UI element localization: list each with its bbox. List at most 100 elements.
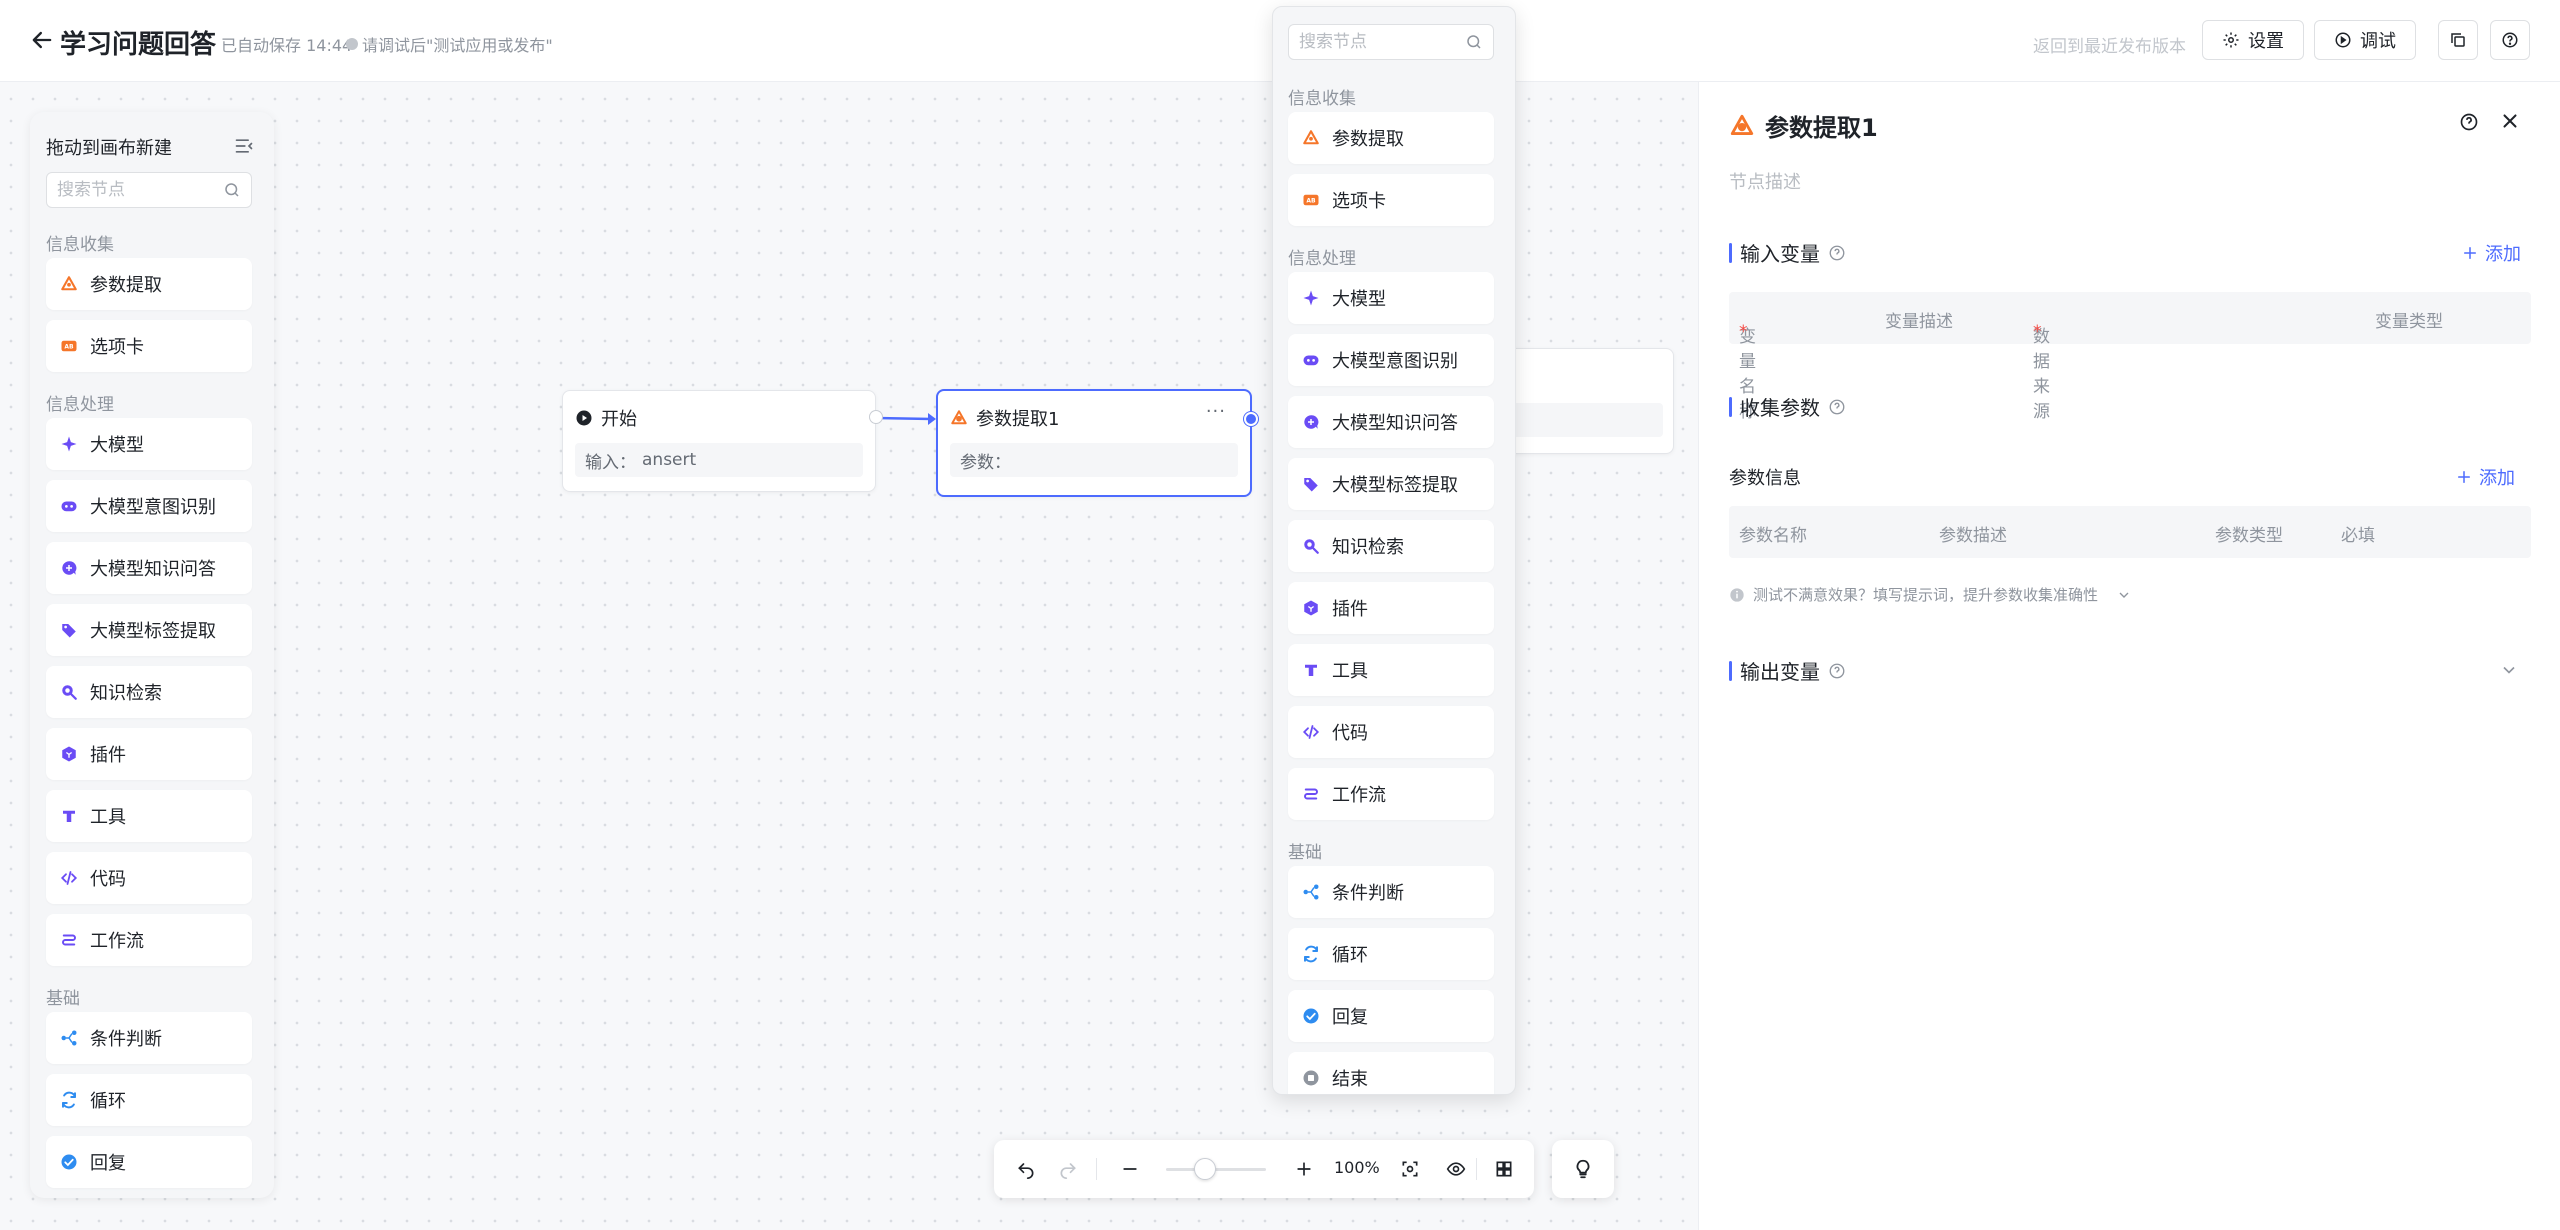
fit-view-button[interactable] <box>1398 1157 1422 1181</box>
node-item[interactable]: 工具 <box>1288 644 1494 696</box>
node-library-panel: 拖动到画布新建 信息收集参数提取 AB 选项卡信息处理大模型大模型意图识别大模型知识… <box>30 112 274 1198</box>
node-item[interactable]: 大模型知识问答 <box>46 542 252 594</box>
zoom-slider-thumb[interactable] <box>1194 1158 1216 1180</box>
collapse-panel-icon[interactable] <box>234 136 254 156</box>
left-search-input[interactable] <box>57 180 223 200</box>
reply-check-icon <box>1303 1008 1319 1024</box>
preview-button[interactable] <box>1444 1157 1468 1181</box>
node-item[interactable]: 大模型标签提取 <box>46 604 252 656</box>
chevron-down-icon[interactable] <box>2499 660 2519 680</box>
node-item[interactable]: 大模型 <box>1288 272 1494 324</box>
add-param-button[interactable]: 添加 <box>2455 464 2515 490</box>
node-item[interactable]: 工作流 <box>46 914 252 966</box>
layout-button[interactable] <box>1492 1157 1516 1181</box>
node-item-label: 结束 <box>1332 1069 1368 1090</box>
node-item[interactable]: 条件判断 <box>1288 866 1494 918</box>
node-item[interactable]: 工作流 <box>1288 768 1494 820</box>
start-output-port[interactable] <box>870 411 882 423</box>
condition-branch-icon <box>1303 884 1319 900</box>
zoom-slider-track[interactable] <box>1166 1168 1266 1171</box>
search-icon <box>225 183 239 197</box>
debug-button[interactable]: 调试 <box>2314 20 2416 60</box>
option-card-icon: AB <box>1303 194 1319 206</box>
node-item[interactable]: 回复 <box>46 1136 252 1188</box>
question-circle-icon[interactable] <box>1828 662 1846 680</box>
node-item[interactable]: 结束 <box>1288 1052 1494 1094</box>
plus-icon <box>1297 1162 1311 1176</box>
option-card-icon: AB <box>61 340 77 352</box>
prompt-tip-toggle[interactable]: 测试不满意效果？填写提示词，提升参数收集准确性 <box>1729 584 2132 605</box>
divider <box>1096 1158 1097 1180</box>
node-item-label: 插件 <box>1332 599 1368 620</box>
node-item[interactable]: 大模型知识问答 <box>1288 396 1494 448</box>
param-extract-node[interactable]: 参数提取1 ··· 参数： <box>936 389 1258 497</box>
start-node-title: 开始 <box>601 409 637 430</box>
config-panel-title[interactable]: 参数提取1 <box>1765 108 1878 143</box>
node-item[interactable]: 参数提取 <box>1288 112 1494 164</box>
node-item-label: 知识检索 <box>1332 537 1404 558</box>
node-item[interactable]: 大模型意图识别 <box>1288 334 1494 386</box>
node-item[interactable]: 大模型意图识别 <box>46 480 252 532</box>
debug-label: 调试 <box>2360 31 2396 52</box>
undo-button[interactable] <box>1014 1157 1038 1181</box>
node-item-label: 工作流 <box>1332 785 1386 806</box>
back-to-published-link[interactable]: 返回到最近发布版本 <box>2033 32 2186 57</box>
node-item[interactable]: AB 选项卡 <box>1288 174 1494 226</box>
loop-icon <box>62 1091 76 1109</box>
node-item[interactable]: 循环 <box>1288 928 1494 980</box>
popup-search-input[interactable] <box>1299 32 1465 52</box>
node-item[interactable]: 回复 <box>1288 990 1494 1042</box>
params-table-header: 参数名称 参数描述 参数类型 必填 <box>1729 506 2531 558</box>
node-more-menu[interactable]: ··· <box>1206 401 1226 422</box>
help-button[interactable] <box>2490 20 2530 60</box>
fit-view-icon <box>1402 1161 1418 1177</box>
node-item[interactable]: 代码 <box>1288 706 1494 758</box>
output-port[interactable] <box>1244 412 1258 426</box>
sparkle-icon <box>61 436 77 452</box>
output-vars-section[interactable]: 输出变量 <box>1729 656 1846 685</box>
param-extract-icon <box>951 410 967 425</box>
node-item[interactable]: 插件 <box>1288 582 1494 634</box>
node-item[interactable]: 大模型标签提取 <box>1288 458 1494 510</box>
node-item-label: 大模型标签提取 <box>90 621 216 642</box>
tool-icon <box>1305 664 1317 676</box>
node-description-input[interactable]: 节点描述 <box>1729 168 1801 194</box>
node-item[interactable]: 参数提取 <box>46 258 252 310</box>
start-node[interactable]: 开始 输入： ansert <box>562 390 876 492</box>
popup-search-box[interactable] <box>1288 24 1494 60</box>
left-search-box[interactable] <box>46 172 252 208</box>
back-arrow-icon[interactable] <box>28 26 56 54</box>
node-item[interactable]: 知识检索 <box>1288 520 1494 572</box>
node-item-label: 知识检索 <box>90 683 162 704</box>
node-item-label: 参数提取 <box>90 275 162 296</box>
zoom-in-button[interactable] <box>1292 1157 1316 1181</box>
node-item[interactable]: 条件判断 <box>46 1012 252 1064</box>
play-circle-icon <box>576 410 592 426</box>
node-item[interactable]: 循环 <box>46 1074 252 1126</box>
copy-button[interactable] <box>2438 20 2478 60</box>
question-circle-icon[interactable] <box>2459 112 2479 132</box>
node-item[interactable]: 大模型 <box>46 418 252 470</box>
node-item-label: 插件 <box>90 745 126 766</box>
node-item[interactable]: 代码 <box>46 852 252 904</box>
loop-icon <box>1304 945 1318 963</box>
node-item[interactable]: AB 选项卡 <box>46 320 252 372</box>
gear-icon <box>2223 32 2239 48</box>
settings-button[interactable]: 设置 <box>2202 20 2304 60</box>
tips-button[interactable] <box>1552 1140 1614 1198</box>
collect-params-title: 收集参数 <box>1740 396 1820 420</box>
node-item[interactable]: 工具 <box>46 790 252 842</box>
node-item-label: 大模型 <box>90 435 144 456</box>
zoom-out-button[interactable] <box>1118 1157 1142 1181</box>
redo-button[interactable] <box>1056 1157 1080 1181</box>
redo-icon <box>1060 1163 1076 1179</box>
node-item[interactable]: 知识检索 <box>46 666 252 718</box>
node-item[interactable]: 插件 <box>46 728 252 780</box>
question-circle-icon[interactable] <box>1828 398 1846 416</box>
node-item-label: 大模型知识问答 <box>1332 413 1458 434</box>
question-circle-icon[interactable] <box>1828 244 1846 262</box>
add-input-var-button[interactable]: 添加 <box>2461 240 2521 266</box>
param-node-params: 参数： <box>950 443 1238 477</box>
close-icon[interactable] <box>2499 110 2521 132</box>
node-item-label: 条件判断 <box>90 1029 162 1050</box>
